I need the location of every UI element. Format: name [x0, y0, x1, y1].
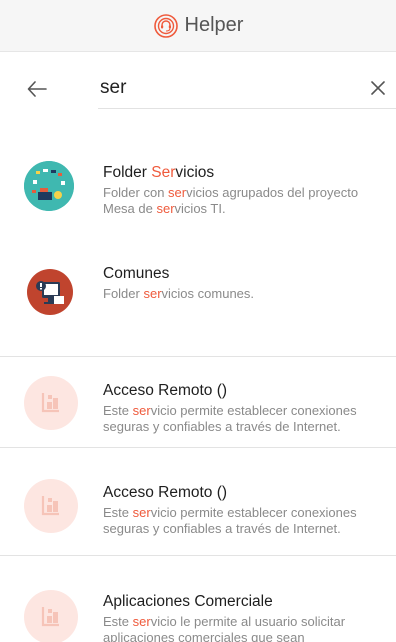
- arrow-back-icon: [27, 81, 47, 97]
- desc-part: vicios comunes.: [161, 286, 255, 301]
- desc-part: vicios TI.: [174, 201, 226, 216]
- result-text: Comunes Folder servicios comunes.: [103, 264, 386, 302]
- search-input[interactable]: [100, 72, 330, 104]
- desc-highlight: ser: [132, 614, 151, 629]
- result-description: Folder con servicios agrupados del proye…: [103, 185, 386, 217]
- desc-highlight: ser: [156, 201, 175, 216]
- result-description: Folder servicios comunes.: [103, 286, 386, 302]
- close-icon: [371, 81, 385, 95]
- result-title-highlight: Ser: [151, 164, 176, 181]
- brand: Helper: [153, 13, 244, 39]
- helper-logo-icon: [153, 13, 178, 38]
- result-text: Aplicaciones Comerciale Este servicio le…: [103, 592, 386, 642]
- desc-highlight: ser: [132, 403, 151, 418]
- result-title-pre: Acceso Remoto (): [103, 382, 228, 399]
- desc-part: Folder: [103, 286, 144, 301]
- desc-highlight: ser: [168, 185, 187, 200]
- result-title-pre: Acceso Remoto (): [103, 484, 228, 501]
- result-item-acceso-remoto[interactable]: Acceso Remoto () Este servicio permite e…: [0, 356, 396, 448]
- desc-part: Este: [103, 614, 133, 629]
- result-description: Este servicio le permite al usuario soli…: [103, 614, 386, 642]
- result-text: Folder Servicios Folder con servicios ag…: [103, 163, 386, 217]
- service-placeholder-icon: [24, 376, 78, 430]
- back-button[interactable]: [22, 74, 52, 104]
- result-title: Comunes: [103, 264, 386, 283]
- desc-part: Este: [103, 505, 133, 520]
- result-text: Acceso Remoto () Este servicio permite e…: [103, 483, 386, 537]
- service-placeholder-icon: [24, 590, 78, 642]
- result-item-folder-servicios[interactable]: Folder Servicios Folder con servicios ag…: [0, 150, 396, 266]
- desc-highlight: ser: [132, 505, 151, 520]
- search-underline: [98, 108, 396, 109]
- result-title: Folder Servicios: [103, 163, 386, 182]
- result-title: Acceso Remoto (): [103, 381, 386, 400]
- result-description: Este servicio permite establecer conexio…: [103, 505, 386, 537]
- result-item-acceso-remoto[interactable]: Acceso Remoto () Este servicio permite e…: [0, 448, 396, 556]
- result-title: Acceso Remoto (): [103, 483, 386, 502]
- result-title: Aplicaciones Comerciale: [103, 592, 386, 611]
- search-bar: [0, 52, 396, 126]
- service-placeholder-icon: [24, 479, 78, 533]
- clear-search-button[interactable]: [364, 74, 392, 102]
- result-text: Acceso Remoto () Este servicio permite e…: [103, 381, 386, 435]
- desc-part: Folder con: [103, 185, 169, 200]
- results-list: Folder Servicios Folder con servicios ag…: [0, 150, 396, 642]
- app-title: Helper: [184, 14, 244, 36]
- desc-highlight: ser: [143, 286, 162, 301]
- result-description: Este servicio permite establecer conexio…: [103, 403, 386, 435]
- result-title-pre: Comunes: [103, 265, 170, 282]
- comunes-icon: [24, 266, 76, 318]
- desc-part: Este: [103, 403, 133, 418]
- result-title-pre: Folder: [103, 164, 152, 181]
- result-item-comunes[interactable]: Comunes Folder servicios comunes.: [0, 264, 396, 357]
- result-title-pre: Aplicaciones Comerciale: [103, 593, 273, 610]
- result-item-aplicaciones-comerciales[interactable]: Aplicaciones Comerciale Este servicio le…: [0, 556, 396, 642]
- folder-servicios-icon: [24, 161, 74, 211]
- result-title-post: vicios: [175, 164, 215, 181]
- app-header: Helper: [0, 0, 396, 52]
